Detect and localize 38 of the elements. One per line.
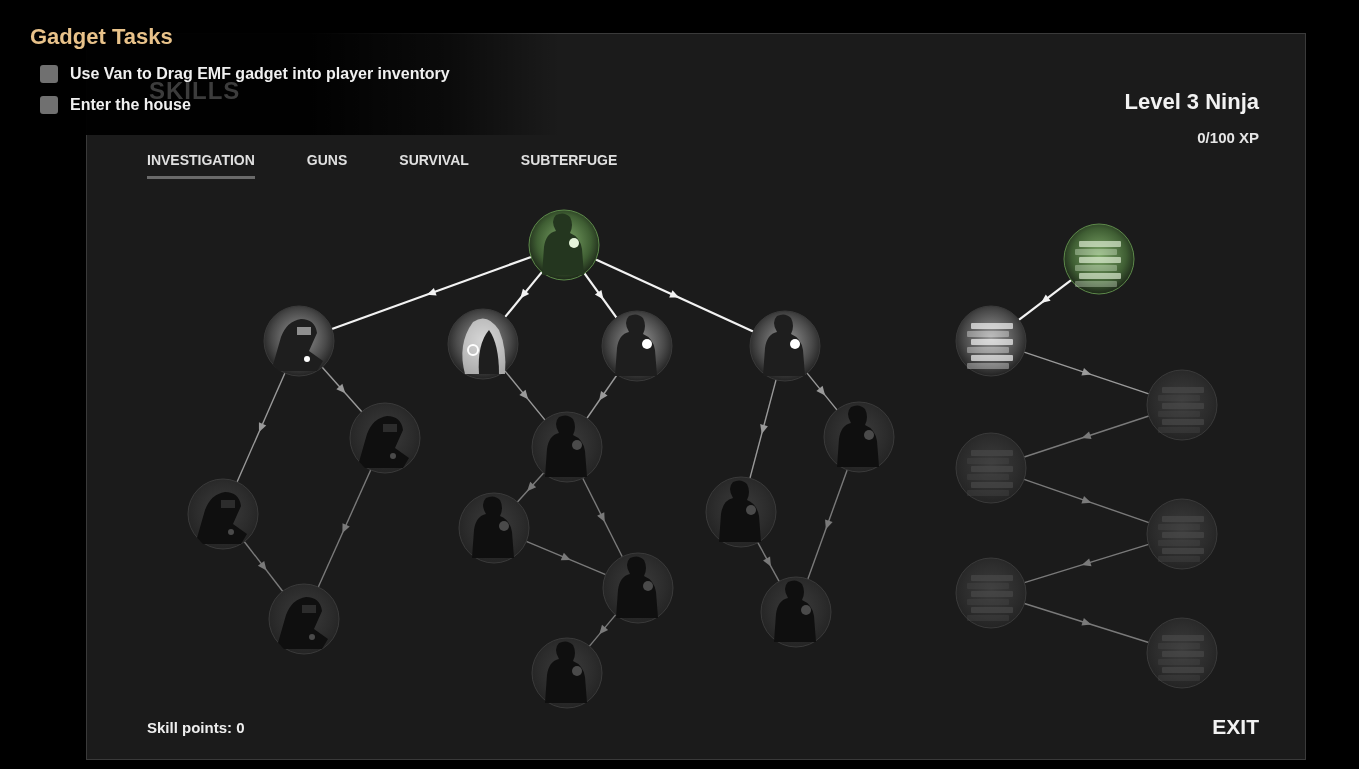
books-skill-node[interactable]: [1146, 498, 1218, 570]
category-tab[interactable]: INVESTIGATION: [147, 152, 255, 179]
category-tab[interactable]: GUNS: [306, 152, 348, 179]
hooded-figure-skill-node[interactable]: [531, 411, 603, 483]
hooded-figure-skill-node[interactable]: [760, 576, 832, 648]
hooded-figure-skill-node[interactable]: [823, 401, 895, 473]
hooded-figure-skill-node[interactable]: [749, 310, 821, 382]
books-skill-node[interactable]: [1063, 223, 1135, 295]
task-checkbox[interactable]: [40, 95, 58, 114]
books-skill-node[interactable]: [1146, 369, 1218, 441]
hooded-figure-skill-node[interactable]: [458, 492, 530, 564]
connector-arrow: [504, 370, 546, 421]
exit-button[interactable]: EXIT: [1212, 713, 1259, 741]
connector-arrow: [588, 614, 617, 647]
level-title: Level 3 Ninja: [1124, 89, 1259, 115]
connector-arrow: [243, 541, 284, 592]
hooded-head-skill-node[interactable]: [447, 308, 519, 380]
connector-arrow: [806, 372, 838, 411]
skill-points-text: Skill points: 0: [147, 718, 245, 736]
hooded-figure-skill-node[interactable]: [601, 310, 673, 382]
category-tab[interactable]: SURVIVAL: [399, 152, 469, 179]
xp-text: 0/100 XP: [1197, 129, 1259, 146]
hooded-figure-skill-node[interactable]: [528, 209, 600, 281]
connector-arrow: [516, 472, 545, 503]
books-skill-node[interactable]: [955, 557, 1027, 629]
category-tab[interactable]: SUBTERFUGE: [520, 152, 618, 179]
tasks-title: Gadget Tasks: [30, 24, 174, 50]
connector-arrow: [586, 374, 618, 419]
connector-arrow: [1018, 279, 1072, 321]
books-skill-node[interactable]: [1146, 617, 1218, 689]
task-checkbox[interactable]: [40, 64, 58, 83]
hooded-figure-skill-node[interactable]: [531, 637, 603, 709]
hooded-figure-skill-node[interactable]: [602, 552, 674, 624]
books-skill-node[interactable]: [955, 305, 1027, 377]
hooded-figure-skill-node[interactable]: [705, 476, 777, 548]
connector-arrow: [321, 366, 363, 413]
connector-arrow: [757, 541, 780, 583]
books-skill-node[interactable]: [955, 432, 1027, 504]
